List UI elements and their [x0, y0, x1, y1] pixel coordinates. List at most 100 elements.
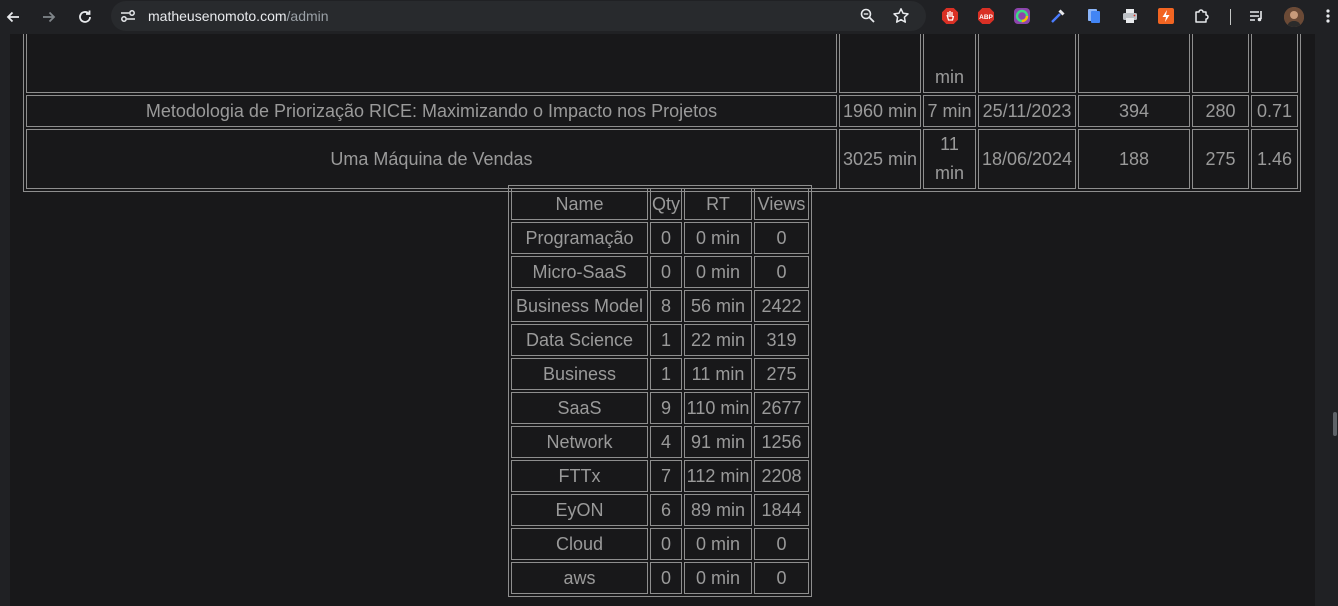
page-scrollbar[interactable] [1315, 34, 1338, 606]
column-header-rt: RT [684, 188, 752, 220]
table-header-row: Name Qty RT Views [511, 188, 809, 220]
post-metric: 275 [1192, 129, 1249, 189]
category-read-time: 89 min [684, 494, 752, 526]
printer-icon[interactable] [1121, 7, 1139, 25]
post-ratio: 1.46 [1251, 129, 1298, 189]
table-row: Network 4 91 min 1256 [511, 426, 809, 458]
table-row: Cloud 0 0 min 0 [511, 528, 809, 560]
category-views: 275 [754, 358, 809, 390]
category-qty: 0 [650, 562, 682, 594]
column-header-name: Name [511, 188, 648, 220]
category-read-time: 0 min [684, 222, 752, 254]
table-row: Programação 0 0 min 0 [511, 222, 809, 254]
table-row: SaaS 9 110 min 2677 [511, 392, 809, 424]
table-row: Uma Máquina de Vendas 3025 min 11 min 18… [26, 129, 1298, 189]
page-content: min Metodologia de Priorização RICE: Max… [10, 34, 1315, 606]
categories-table: Name Qty RT Views Programação 0 0 min 0 Micr… [508, 185, 812, 597]
post-read-time: 11 min [923, 129, 976, 189]
post-read-time: 7 min [923, 95, 976, 127]
abp-icon[interactable]: ABP [977, 7, 995, 25]
zoom-icon[interactable] [859, 7, 877, 25]
post-title: Metodologia de Priorização RICE: Maximiz… [26, 95, 837, 127]
category-views: 1256 [754, 426, 809, 458]
media-queue-icon[interactable] [1248, 7, 1266, 25]
address-bar[interactable]: matheusenomoto.com/admin [111, 1, 926, 31]
category-name: FTTx [511, 460, 648, 492]
category-views: 319 [754, 324, 809, 356]
category-qty: 1 [650, 324, 682, 356]
table-row: Business Model 8 56 min 2422 [511, 290, 809, 322]
profile-avatar-icon[interactable] [1284, 7, 1304, 27]
post-date: 18/06/2024 [978, 129, 1076, 189]
posts-table: min Metodologia de Priorização RICE: Max… [23, 34, 1301, 192]
category-views: 2422 [754, 290, 809, 322]
url-path: /admin [286, 8, 329, 24]
category-read-time: 110 min [684, 392, 752, 424]
bolt-icon[interactable] [1157, 7, 1175, 25]
category-read-time: 11 min [684, 358, 752, 390]
url-text[interactable]: matheusenomoto.com/admin [148, 8, 329, 25]
column-header-qty: Qty [650, 188, 682, 220]
post-title: Uma Máquina de Vendas [26, 129, 837, 189]
table-row: EyON 6 89 min 1844 [511, 494, 809, 526]
docs-icon[interactable] [1085, 7, 1103, 25]
kebab-menu-icon[interactable] [1319, 7, 1337, 25]
post-views [1078, 34, 1190, 93]
category-views: 0 [754, 562, 809, 594]
bookmark-star-icon[interactable] [892, 7, 910, 25]
post-time [839, 34, 921, 93]
puzzle-icon[interactable] [1193, 7, 1211, 25]
category-read-time: 22 min [684, 324, 752, 356]
post-date [978, 34, 1076, 93]
eyedropper-icon[interactable] [1049, 7, 1067, 25]
forward-arrow-icon[interactable] [37, 5, 61, 29]
post-read-time: min [923, 34, 976, 93]
table-row: min [26, 34, 1298, 93]
abp-label: ABP [979, 14, 993, 21]
category-qty: 0 [650, 528, 682, 560]
post-time: 1960 min [839, 95, 921, 127]
back-arrow-icon[interactable] [1, 5, 25, 29]
post-ratio: 0.71 [1251, 95, 1298, 127]
column-header-views: Views [754, 188, 809, 220]
category-read-time: 0 min [684, 528, 752, 560]
post-time: 3025 min [839, 129, 921, 189]
color-ring-icon[interactable] [1013, 7, 1031, 25]
category-read-time: 56 min [684, 290, 752, 322]
post-metric [1192, 34, 1249, 93]
post-metric: 280 [1192, 95, 1249, 127]
category-name: EyON [511, 494, 648, 526]
table-row: aws 0 0 min 0 [511, 562, 809, 594]
site-info-icon[interactable] [120, 8, 136, 24]
categories-table-body: Programação 0 0 min 0 Micro-SaaS 0 0 min 0 Busin… [511, 222, 809, 594]
post-read-time-text: min [934, 67, 964, 87]
category-qty: 7 [650, 460, 682, 492]
category-views: 2677 [754, 392, 809, 424]
category-name: Network [511, 426, 648, 458]
category-name: SaaS [511, 392, 648, 424]
adblock-hand-icon[interactable] [941, 7, 959, 25]
table-row: Micro-SaaS 0 0 min 0 [511, 256, 809, 288]
category-name: Business Model [511, 290, 648, 322]
category-qty: 6 [650, 494, 682, 526]
category-name: Micro-SaaS [511, 256, 648, 288]
post-ratio [1251, 34, 1298, 93]
category-name: aws [511, 562, 648, 594]
category-read-time: 91 min [684, 426, 752, 458]
post-title [26, 34, 837, 93]
category-name: Business [511, 358, 648, 390]
table-row: Business 1 11 min 275 [511, 358, 809, 390]
scrollbar-thumb[interactable] [1333, 412, 1337, 436]
category-views: 0 [754, 222, 809, 254]
category-read-time: 112 min [684, 460, 752, 492]
post-views: 188 [1078, 129, 1190, 189]
category-qty: 4 [650, 426, 682, 458]
post-date: 25/11/2023 [978, 95, 1076, 127]
category-qty: 1 [650, 358, 682, 390]
browser-toolbar: matheusenomoto.com/admin ABP [0, 0, 1338, 34]
category-qty: 0 [650, 256, 682, 288]
category-name: Cloud [511, 528, 648, 560]
reload-icon[interactable] [73, 5, 97, 29]
category-views: 1844 [754, 494, 809, 526]
category-read-time: 0 min [684, 256, 752, 288]
